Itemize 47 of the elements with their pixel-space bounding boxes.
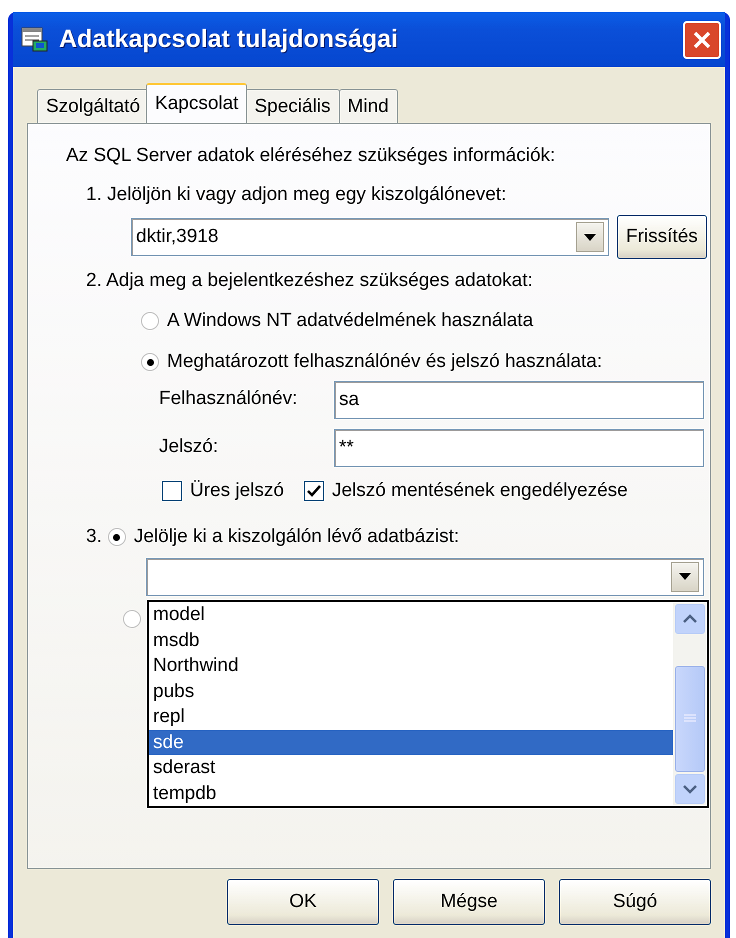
list-item[interactable]: Northwind: [149, 653, 673, 678]
list-item[interactable]: repl: [149, 704, 673, 730]
refresh-button[interactable]: Frissítés: [617, 215, 707, 259]
field-label: Felhasználónév:: [159, 387, 298, 412]
list-item[interactable]: sderast: [149, 755, 673, 780]
password-field[interactable]: **: [334, 428, 704, 466]
dialog-button[interactable]: Mégse: [393, 879, 545, 925]
radio-button[interactable]: [141, 312, 159, 330]
field-label: Jelszó:: [159, 435, 220, 460]
dropdown-button[interactable]: [671, 562, 699, 592]
step-label: 1. Jelöljön ki vagy adjon meg egy kiszolgálónevet:: [86, 182, 508, 206]
checkbox-label[interactable]: Üres jelszó: [190, 476, 284, 505]
close-button[interactable]: [683, 20, 721, 58]
radio-button[interactable]: [108, 528, 126, 546]
server-combo[interactable]: dktir,3918: [131, 218, 609, 256]
scroll-down-button[interactable]: [675, 774, 705, 804]
tab[interactable]: Mind: [338, 89, 398, 123]
list-item[interactable]: sde: [149, 730, 673, 755]
caret-icon: [679, 573, 691, 580]
app-icon: [21, 26, 49, 52]
tab[interactable]: Kapcsolat: [146, 83, 248, 123]
scrollbar[interactable]: [673, 602, 707, 806]
list-item[interactable]: msdb: [149, 628, 673, 653]
checkbox[interactable]: [304, 480, 324, 501]
radio-button[interactable]: [123, 610, 141, 628]
combo-value: dktir,3918: [136, 224, 218, 249]
scroll-up-button[interactable]: [675, 604, 705, 634]
step-number: 3.: [86, 525, 102, 549]
tab[interactable]: Speciális: [245, 89, 340, 123]
caret-icon: [584, 234, 596, 240]
intro-text: Az SQL Server adatok eléréséhez szükséges információk:: [66, 144, 556, 168]
dialog-button[interactable]: OK: [227, 879, 379, 925]
radio-label[interactable]: Jelölje ki a kiszolgálón lévő adatbázist:: [134, 523, 460, 552]
checkbox-label[interactable]: Jelszó mentésének engedélyezése: [332, 476, 628, 505]
radio-label[interactable]: A Windows NT adatvédelmének használata: [167, 306, 534, 335]
list-item[interactable]: pubs: [149, 678, 673, 704]
username-field[interactable]: sa: [334, 380, 704, 418]
radio-label[interactable]: Meghatározott felhasználónév és jelszó használata:: [167, 348, 602, 376]
window-title: Adatkapcsolat tulajdonságai: [59, 24, 399, 55]
list-item[interactable]: model: [149, 602, 673, 628]
scroll-thumb[interactable]: [675, 666, 705, 772]
step-label: 2. Adja meg a bejelentkezéshez szükséges adatokat:: [86, 269, 534, 293]
checkbox[interactable]: [162, 480, 182, 501]
dialog-button[interactable]: Súgó: [559, 879, 711, 925]
radio-button[interactable]: [141, 353, 159, 372]
list-item[interactable]: tempdb: [149, 780, 673, 806]
dropdown-button[interactable]: [576, 222, 604, 252]
